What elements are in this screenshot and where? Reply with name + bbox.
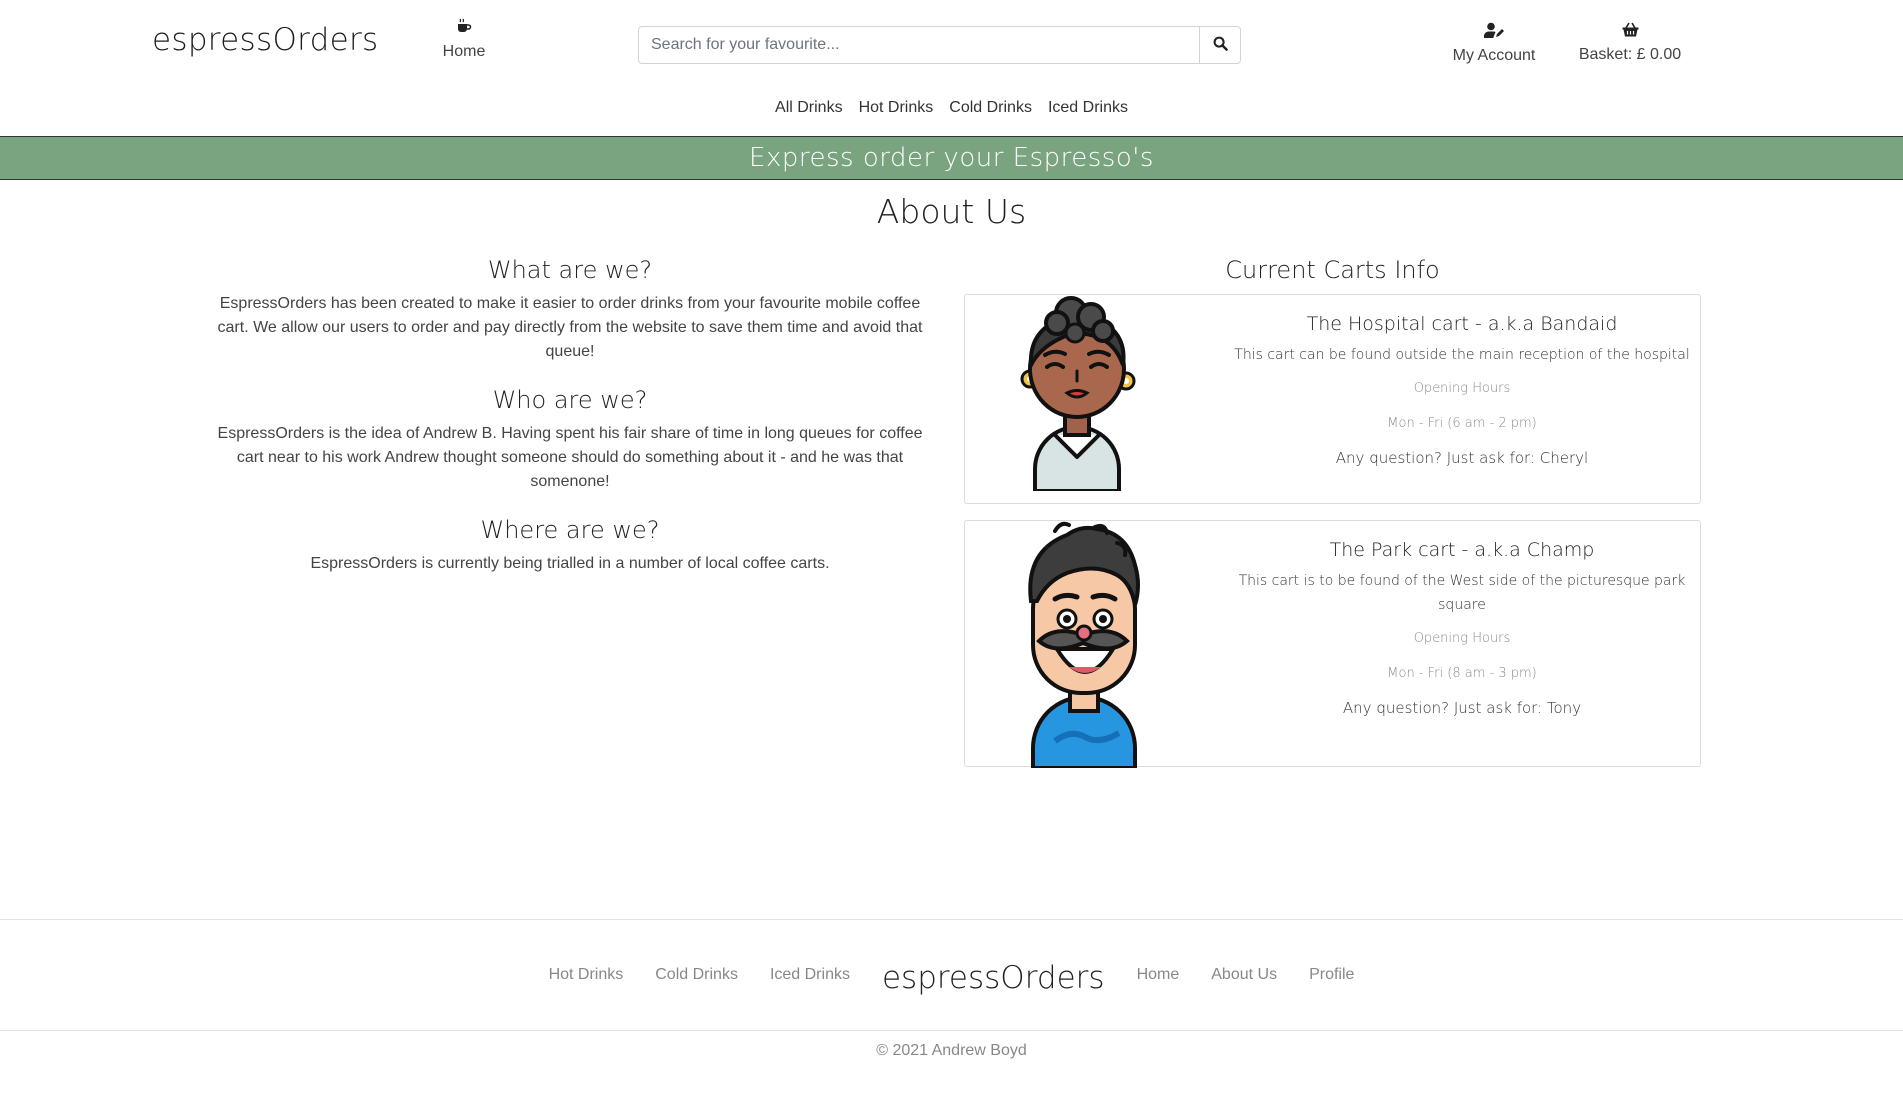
category-link-hot-drinks[interactable]: Hot Drinks	[851, 99, 942, 117]
search-form	[638, 26, 1241, 64]
search-button[interactable]	[1200, 26, 1241, 64]
promo-banner: Express order your Espresso's	[0, 137, 1903, 180]
category-link-all-drinks[interactable]: All Drinks	[767, 99, 851, 117]
nav-basket-label: Basket: £ 0.00	[1578, 46, 1682, 63]
search-icon	[1213, 36, 1228, 54]
footer-logo[interactable]: espressOrders	[866, 960, 1121, 996]
woman-avatar	[1015, 295, 1145, 496]
cart-hours-heading: Opening Hours	[1413, 381, 1511, 396]
site-header: espressOrders Home Search for your favou…	[0, 0, 1903, 137]
section-heading-where: Where are we?	[480, 516, 660, 544]
nav-home-link[interactable]: Home	[432, 18, 496, 61]
cart-description: This cart is to be found of the West sid…	[1238, 573, 1686, 613]
category-link-iced-drinks[interactable]: Iced Drinks	[1040, 99, 1136, 117]
cart-info: The Hospital cart - a.k.a Bandaid This c…	[1232, 313, 1692, 467]
mustache-man-avatar	[1025, 521, 1143, 773]
carts-info: Current Carts Info The Hospital cart - a…	[964, 256, 1701, 783]
user-edit-icon	[1448, 22, 1540, 43]
copyright-text: © 2021 Andrew Boyd	[876, 1042, 1027, 1059]
cart-description: This cart can be found outside the main …	[1234, 347, 1690, 363]
footer-link-about-us[interactable]: About Us	[1195, 966, 1293, 984]
section-heading-who: Who are we?	[492, 386, 648, 414]
cart-hours: Mon - Fri (6 am - 2 pm)	[1387, 416, 1537, 431]
section-body-who: EspressOrders is the idea of Andrew B. H…	[217, 425, 923, 490]
footer-link-hot-drinks[interactable]: Hot Drinks	[533, 966, 640, 984]
search-input[interactable]	[638, 26, 1200, 64]
page-title: About Us	[876, 192, 1027, 231]
about-sections: What are we? EspressOrders has been crea…	[208, 256, 932, 598]
nav-basket-link[interactable]: Basket: £ 0.00	[1578, 22, 1682, 64]
site-logo[interactable]: espressOrders	[152, 22, 379, 58]
cart-hours-heading: Opening Hours	[1413, 631, 1511, 646]
coffee-mug-icon	[432, 18, 496, 39]
footer-link-home[interactable]: Home	[1121, 966, 1196, 984]
section-heading-what: What are we?	[487, 256, 653, 284]
shopping-basket-icon	[1578, 22, 1682, 42]
cart-name: The Hospital cart - a.k.a Bandaid	[1306, 313, 1618, 335]
cart-card: The Hospital cart - a.k.a Bandaid This c…	[964, 294, 1701, 504]
cart-contact: Any question? Just ask for: Tony	[1342, 699, 1582, 717]
footer-link-profile[interactable]: Profile	[1293, 966, 1370, 984]
section-body-what: EspressOrders has been created to make i…	[217, 295, 923, 360]
cart-contact: Any question? Just ask for: Cheryl	[1335, 449, 1589, 467]
nav-home-label: Home	[442, 43, 486, 60]
cart-info: The Park cart - a.k.a Champ This cart is…	[1232, 539, 1692, 717]
nav-account-link[interactable]: My Account	[1448, 22, 1540, 65]
footer-link-cold-drinks[interactable]: Cold Drinks	[639, 966, 754, 984]
site-footer: Hot Drinks Cold Drinks Iced Drinks espre…	[0, 919, 1903, 1031]
cart-name: The Park cart - a.k.a Champ	[1329, 539, 1595, 561]
footer-link-iced-drinks[interactable]: Iced Drinks	[754, 966, 866, 984]
cart-card: The Park cart - a.k.a Champ This cart is…	[964, 520, 1701, 770]
carts-heading: Current Carts Info	[1225, 256, 1440, 284]
section-body-where: EspressOrders is currently being trialle…	[310, 555, 830, 572]
banner-text: Express order your Espresso's	[749, 143, 1154, 173]
category-link-cold-drinks[interactable]: Cold Drinks	[941, 99, 1040, 117]
nav-account-label: My Account	[1452, 47, 1536, 64]
cart-hours: Mon - Fri (8 am - 3 pm)	[1387, 666, 1537, 681]
category-nav: All Drinks Hot Drinks Cold Drinks Iced D…	[0, 99, 1903, 117]
